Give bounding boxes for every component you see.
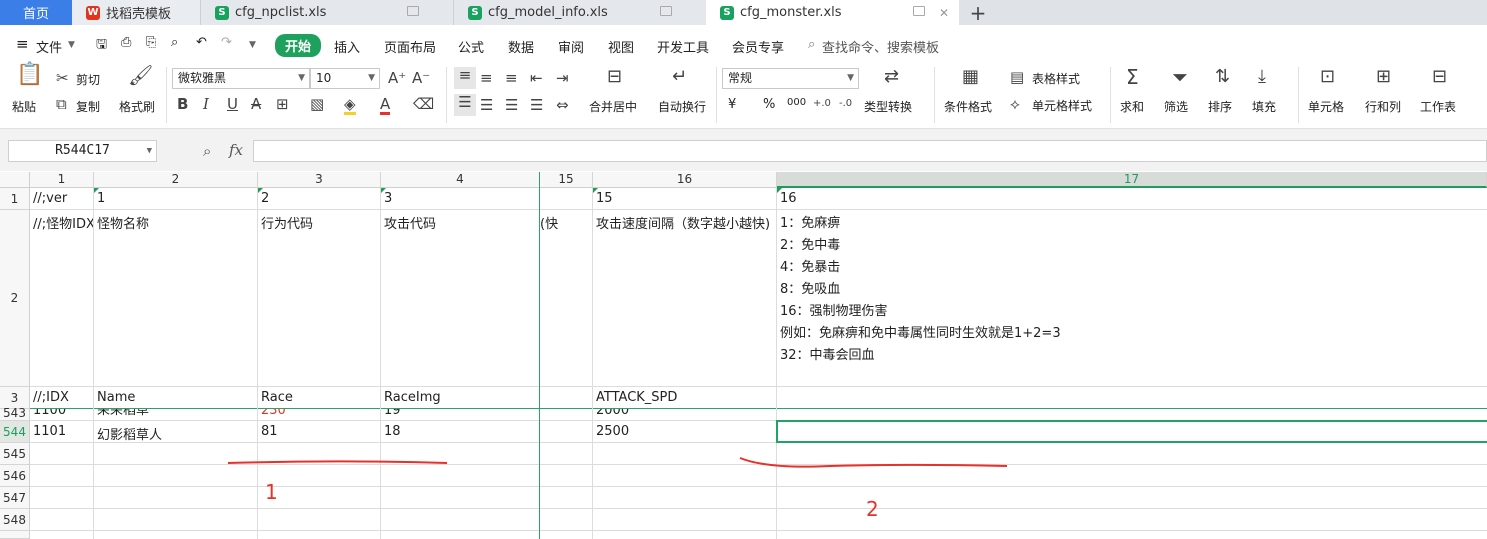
annotation-underline bbox=[739, 457, 1008, 468]
annotation-label: 2 bbox=[866, 497, 879, 521]
annotation-underline bbox=[227, 460, 448, 464]
annotation-layer bbox=[227, 457, 1008, 468]
annotation-label: 1 bbox=[265, 480, 278, 504]
